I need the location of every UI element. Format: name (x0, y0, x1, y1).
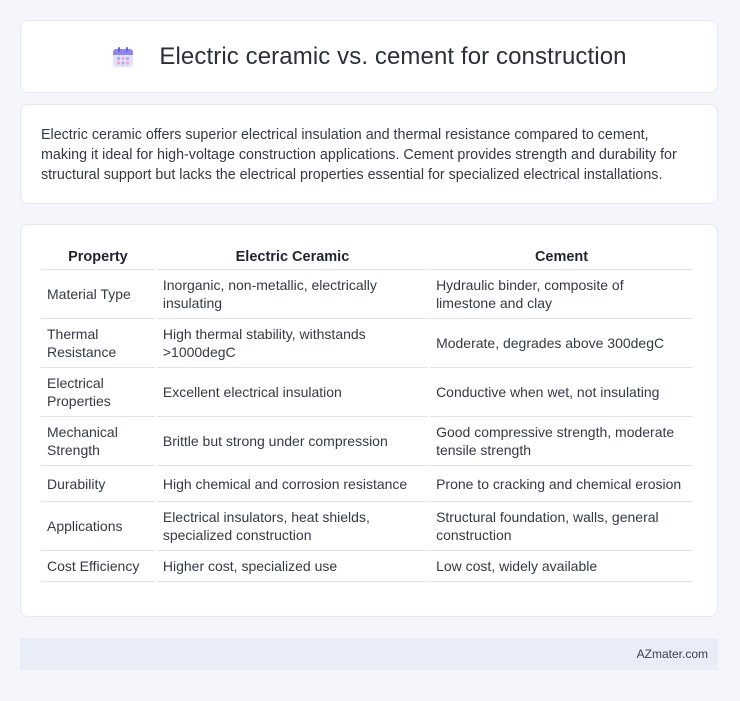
comparison-card: Property Electric Ceramic Cement Materia… (20, 224, 718, 617)
ceramic-cell: Excellent electrical insulation (156, 368, 429, 417)
table-row: Applications Electrical insulators, heat… (41, 502, 693, 551)
comparison-table: Property Electric Ceramic Cement Materia… (39, 245, 695, 582)
ceramic-cell: Brittle but strong under compression (156, 417, 429, 466)
property-cell: Mechanical Strength (41, 417, 155, 466)
property-cell: Applications (41, 502, 155, 551)
calendar-icon (111, 45, 135, 69)
table-row: Mechanical Strength Brittle but strong u… (41, 417, 693, 466)
ceramic-cell: Electrical insulators, heat shields, spe… (156, 502, 429, 551)
footer-brand: AZmater.com (636, 647, 708, 661)
column-header-cement: Cement (430, 245, 693, 270)
title-card: Electric ceramic vs. cement for construc… (20, 20, 718, 93)
intro-card: Electric ceramic offers superior electri… (20, 104, 718, 204)
property-cell: Cost Efficiency (41, 551, 155, 582)
cement-cell: Prone to cracking and chemical erosion (430, 466, 693, 502)
cement-cell: Hydraulic binder, composite of limestone… (430, 270, 693, 319)
cement-cell: Moderate, degrades above 300degC (430, 319, 693, 368)
ceramic-cell: High chemical and corrosion resistance (156, 466, 429, 502)
ceramic-cell: Higher cost, specialized use (156, 551, 429, 582)
intro-paragraph: Electric ceramic offers superior electri… (41, 127, 677, 183)
property-cell: Electrical Properties (41, 368, 155, 417)
ceramic-cell: Inorganic, non-metallic, electrically in… (156, 270, 429, 319)
page-title: Electric ceramic vs. cement for construc… (159, 42, 627, 70)
column-header-property: Property (41, 245, 155, 270)
property-cell: Material Type (41, 270, 155, 319)
table-header-row: Property Electric Ceramic Cement (41, 245, 693, 270)
cement-cell: Conductive when wet, not insulating (430, 368, 693, 417)
column-header-electric-ceramic: Electric Ceramic (156, 245, 429, 270)
ceramic-cell: High thermal stability, withstands >1000… (156, 319, 429, 368)
property-cell: Durability (41, 466, 155, 502)
table-row: Material Type Inorganic, non-metallic, e… (41, 270, 693, 319)
table-row: Thermal Resistance High thermal stabilit… (41, 319, 693, 368)
table-row: Cost Efficiency Higher cost, specialized… (41, 551, 693, 582)
table-row: Electrical Properties Excellent electric… (41, 368, 693, 417)
footer-bar: AZmater.com (20, 638, 718, 670)
cement-cell: Structural foundation, walls, general co… (430, 502, 693, 551)
property-cell: Thermal Resistance (41, 319, 155, 368)
table-row: Durability High chemical and corrosion r… (41, 466, 693, 502)
cement-cell: Low cost, widely available (430, 551, 693, 582)
cement-cell: Good compressive strength, moderate tens… (430, 417, 693, 466)
